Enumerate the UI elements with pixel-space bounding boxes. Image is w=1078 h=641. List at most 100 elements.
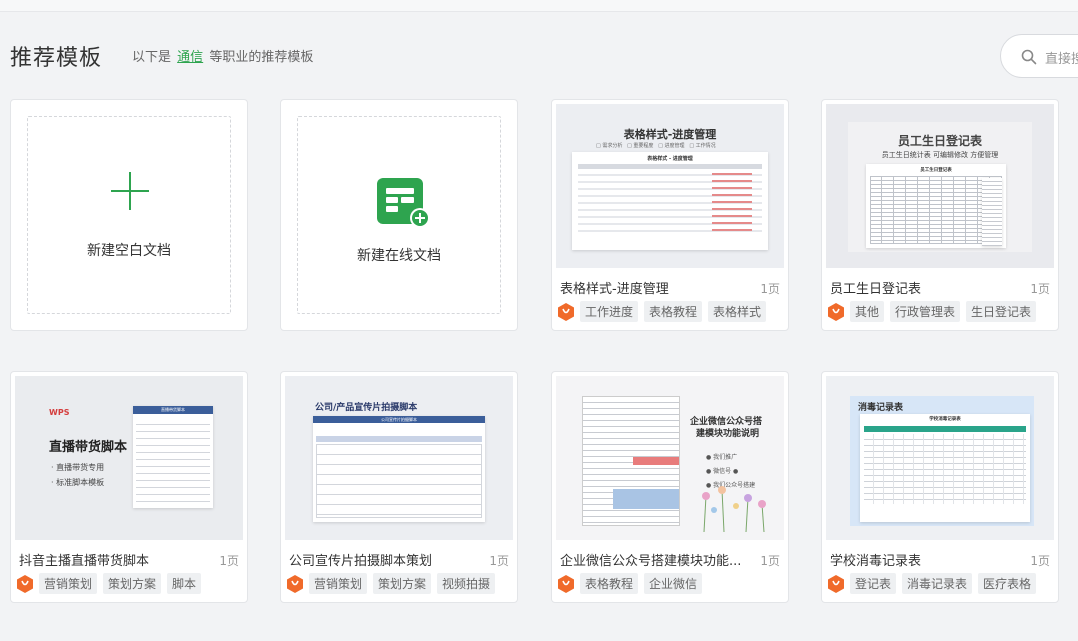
thumb-title: 表格样式-进度管理 [623,128,717,141]
sheet-rows [136,418,210,504]
thumb-sheet-title: 表格样式 - 进度管理 [647,156,693,162]
wps-logo: WPS [49,408,70,417]
template-thumbnail: 表格样式-进度管理 □ 需求分析 □ 重要程度 □ 进度管理 □ 工作情况 表格… [556,104,784,268]
template-tags: 工作进度 表格教程 表格样式 [558,301,767,322]
template-badge-icon [558,574,574,593]
tag-chip[interactable]: 策划方案 [103,573,162,594]
template-card-progress[interactable]: 表格样式-进度管理 □ 需求分析 □ 重要程度 □ 进度管理 □ 工作情况 表格… [551,99,789,331]
subtitle-suffix: 等职业的推荐模板 [209,50,314,65]
template-tags: 登记表 消毒记录表 医疗表格 [828,573,1037,594]
progress-bars [712,173,752,233]
recommend-subtitle: 以下是 通信 等职业的推荐模板 [132,46,313,65]
tag-chip[interactable]: 行政管理表 [890,301,961,322]
profession-link[interactable]: 通信 [177,50,203,65]
sheet-header-row [578,164,762,169]
template-card-birthday[interactable]: 员工生日登记表 员工生日统计表 可编辑修改 方便管理 员工生日登记表 员工生日登… [821,99,1059,331]
new-blank-document-card[interactable]: 新建空白文档 [10,99,248,331]
tag-chip[interactable]: 生日登记表 [966,301,1037,322]
tag-chip[interactable]: 登记表 [850,573,897,594]
tag-chip[interactable]: 企业微信 [644,573,703,594]
sheet-highlight-blue [613,489,679,509]
legend-item: □ 工作情况 [689,143,716,149]
tag-chip[interactable]: 视频拍摄 [437,573,496,594]
dashed-frame [27,116,231,314]
template-badge-icon [828,574,844,593]
subtitle-prefix: 以下是 [132,50,172,65]
sheet-rows [316,444,482,518]
template-name[interactable]: 表格样式-进度管理 [560,278,669,297]
thumb-sheet: 表格样式 - 进度管理 [572,152,768,250]
legend-item: □ 需求分析 [596,143,623,149]
template-name[interactable]: 公司宣传片拍摄脚本策划 [289,550,432,569]
thumb-title: 公司/产品宣传片拍摄脚本 [315,403,418,413]
online-doc-icon [377,178,430,228]
thumb-side-sheet [982,178,1002,246]
template-tags: 营销策划 策划方案 脚本 [17,573,202,594]
template-pages: 1页 [1030,554,1050,568]
new-online-label: 新建在线文档 [357,248,441,264]
page-title: 推荐模板 [10,46,103,71]
sheet-cols [864,434,1026,504]
template-pages: 1页 [489,554,509,568]
legend-item: □ 进度管理 [658,143,685,149]
template-name[interactable]: 抖音主播直播带货脚本 [19,550,149,569]
template-tags: 其他 行政管理表 生日登记表 [828,301,1037,322]
tag-chip[interactable]: 医疗表格 [978,573,1037,594]
template-name[interactable]: 员工生日登记表 [830,278,921,297]
thumb-sheet-title: 公司宣传片拍摄脚本 [381,417,417,422]
template-tags: 表格教程 企业微信 [558,573,703,594]
thumb-title: 员工生日登记表 [897,134,982,148]
tag-chip[interactable]: 表格教程 [644,301,703,322]
top-toolbar-edge [0,0,1078,12]
new-online-document-card[interactable]: 新建在线文档 [280,99,518,331]
tag-chip[interactable]: 表格教程 [580,573,639,594]
thumb-sheet: 学校消毒记录表 [860,414,1030,522]
template-card-promo-video-script[interactable]: 公司/产品宣传片拍摄脚本 公司宣传片拍摄脚本 公司宣传片拍摄脚本策划 1页 营销… [280,371,518,603]
thumb-bullet: · 标准脚本模板 [51,478,105,487]
template-pages: 1页 [760,554,780,568]
template-thumbnail: WPS 直播带货脚本 · 直播带货专用 · 标准脚本模板 直播带货脚本 [15,376,243,540]
tag-chip[interactable]: 其他 [850,301,885,322]
flowers-illustration [702,486,766,532]
template-pages: 1页 [760,282,780,296]
template-card-wechat-official[interactable]: 企业微信公众号搭 建模块功能说明 ● 我们推广 ● 微信号 ● ● 我们公众号搭… [551,371,789,603]
tag-chip[interactable]: 表格样式 [708,301,767,322]
thumb-title-line2: 建模块功能说明 [696,429,760,439]
template-search-input[interactable]: 直接搜 [1000,34,1078,78]
thumb-sheet [582,396,680,526]
template-thumbnail: 企业微信公众号搭 建模块功能说明 ● 我们推广 ● 微信号 ● ● 我们公众号搭… [556,376,784,540]
tag-chip[interactable]: 工作进度 [580,301,639,322]
plus-icon [111,172,149,210]
new-blank-label: 新建空白文档 [87,243,171,259]
template-thumbnail: 员工生日登记表 员工生日统计表 可编辑修改 方便管理 员工生日登记表 [826,104,1054,268]
tag-chip[interactable]: 营销策划 [39,573,98,594]
template-badge-icon [558,302,574,321]
template-badge-icon [17,574,33,593]
thumb-sheet: 直播带货脚本 [133,406,213,508]
search-placeholder: 直接搜 [1045,52,1078,67]
thumb-sheet-title: 学校消毒记录表 [929,417,961,422]
thumb-bullet: ● 微信号 ● [706,468,739,475]
template-card-disinfection-record[interactable]: 消毒记录表 学校消毒记录表 学校消毒记录表 1页 登记表 消毒记录表 医疗表格 [821,371,1059,603]
thumb-bullet: ● 我们推广 [706,454,738,461]
sheet-highlight-red [633,457,679,465]
search-icon [1021,49,1037,65]
thumb-title: 消毒记录表 [858,403,904,413]
tag-chip[interactable]: 消毒记录表 [902,573,973,594]
tag-chip[interactable]: 脚本 [167,573,202,594]
template-thumbnail: 消毒记录表 学校消毒记录表 [826,376,1054,540]
thumb-subtitle: 员工生日统计表 可编辑修改 方便管理 [881,151,999,159]
thumb-sheet-title: 员工生日登记表 [920,168,952,173]
thumb-sheet-title: 直播带货脚本 [161,407,185,412]
tag-chip[interactable]: 策划方案 [373,573,432,594]
template-card-livestream-script[interactable]: WPS 直播带货脚本 · 直播带货专用 · 标准脚本模板 直播带货脚本 抖音主播… [10,371,248,603]
thumb-sheet: 公司宣传片拍摄脚本 [313,416,485,522]
template-name[interactable]: 学校消毒记录表 [830,550,921,569]
sheet-header-bar [864,426,1026,432]
legend-item: □ 重要程度 [627,143,654,149]
template-pages: 1页 [1030,282,1050,296]
tag-chip[interactable]: 营销策划 [309,573,368,594]
template-name[interactable]: 企业微信公众号搭建模块功能... [560,550,741,569]
template-thumbnail: 公司/产品宣传片拍摄脚本 公司宣传片拍摄脚本 [285,376,513,540]
thumb-title: 直播带货脚本 [49,440,128,455]
